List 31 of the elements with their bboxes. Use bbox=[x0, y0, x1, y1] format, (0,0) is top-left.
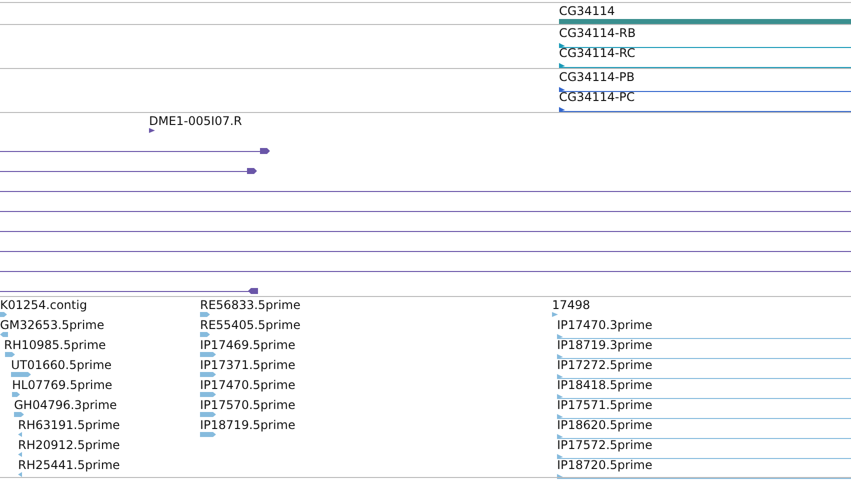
feature-label: IP17470.5prime bbox=[200, 378, 296, 392]
feature-label: RE55405.5prime bbox=[200, 318, 300, 332]
feature-label: RH20912.5prime bbox=[18, 438, 120, 452]
feature-label: CG34114-PC bbox=[559, 90, 635, 104]
feature-label: K01254.contig bbox=[0, 298, 88, 312]
feature-label: RH25441.5prime bbox=[18, 458, 120, 472]
feature-label: IP17570.5prime bbox=[200, 398, 296, 412]
feature-label: IP17272.5prime bbox=[557, 358, 652, 372]
feature-label: IP17571.5prime bbox=[557, 398, 652, 412]
feature-label: IP18720.5prime bbox=[557, 458, 652, 472]
feature-label: RE56833.5prime bbox=[200, 298, 300, 312]
feature-label: GM32653.5prime bbox=[0, 318, 104, 332]
feature-label: RH10985.5prime bbox=[4, 338, 106, 352]
feature-label: IP18719.3prime bbox=[557, 338, 652, 352]
feature-label: IP18418.5prime bbox=[557, 378, 652, 392]
feature-label: HL07769.5prime bbox=[12, 378, 112, 392]
feature-label: RH63191.5prime bbox=[18, 418, 120, 432]
feature-label: IP18719.5prime bbox=[200, 418, 296, 432]
feature-label: DME1-005I07.R bbox=[149, 114, 242, 128]
feature-label: 17498 bbox=[552, 298, 590, 312]
feature-label: IP18620.5prime bbox=[557, 418, 652, 432]
feature-label: CG34114 bbox=[559, 4, 615, 18]
feature-label: UT01660.5prime bbox=[11, 358, 112, 372]
feature-label: IP17371.5prime bbox=[200, 358, 296, 372]
feature-label: IP17572.5prime bbox=[557, 438, 652, 452]
feature-label: CG34114-PB bbox=[559, 70, 635, 84]
feature-label: CG34114-RC bbox=[559, 46, 636, 60]
feature-label: GH04796.3prime bbox=[14, 398, 117, 412]
feature-label: IP17469.5prime bbox=[200, 338, 296, 352]
feature-label: IP17470.3prime bbox=[557, 318, 652, 332]
feature-label: CG34114-RB bbox=[559, 26, 636, 40]
